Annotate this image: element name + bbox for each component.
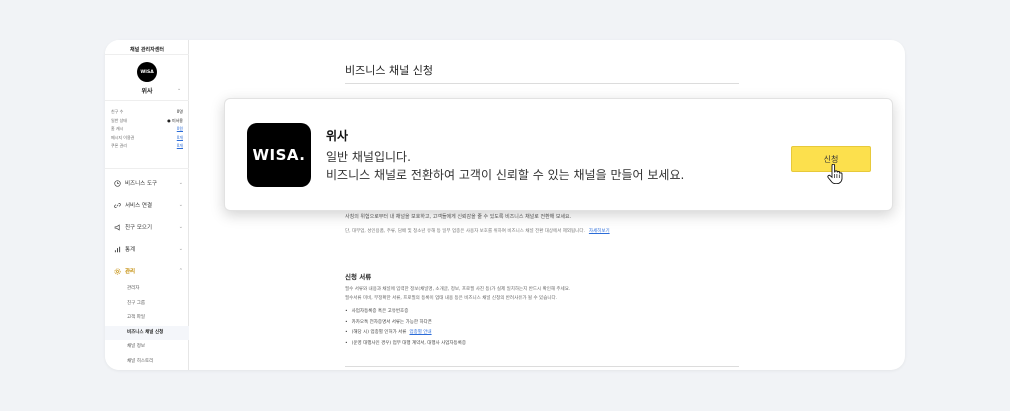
stat-row: 쿠폰 권리 0개 — [111, 142, 183, 151]
stat-label: 메시지 이용권 — [111, 134, 135, 140]
stat-value: ● 미서용 — [167, 117, 183, 123]
sidebar-item-label: 비즈니스 도구 — [125, 181, 158, 187]
chevron-down-icon[interactable]: ⌄ — [177, 86, 181, 92]
list-item: 카카오톡 전자증명서 서류는 가능한 하다픈 — [345, 318, 466, 329]
chevron-down-icon: ⌄ — [178, 224, 183, 230]
megaphone-icon — [113, 223, 121, 231]
sidebar-title: 채널 관리자센터 — [130, 47, 164, 53]
list-item: 사업자등록증 혹은 고유번호증 — [345, 307, 466, 318]
stat-link[interactable]: 0개 — [177, 134, 183, 143]
stat-row: 일반 상태 ● 미서용 — [111, 117, 183, 126]
sidebar-subitem-admins[interactable]: 관리자 — [105, 282, 189, 297]
sidebar-subitem-business-channel-apply[interactable]: 비즈니스 채널 신청 — [105, 325, 189, 340]
hand-pointer-icon — [827, 164, 843, 184]
sidebar-item-business-tools[interactable]: 비즈니스 도구 ⌄ — [105, 172, 189, 194]
chevron-down-icon: ⌄ — [178, 202, 183, 208]
sidebar-subitem-friend-groups[interactable]: 친구 그룹 — [105, 297, 189, 312]
stat-link[interactable]: 0원 — [177, 125, 183, 134]
sidebar-item-label: 친구 모으기 — [125, 225, 153, 231]
list-item-text: (해당 시) 업종별 인허가 서류 — [351, 330, 407, 335]
channel-stats: 친구 수 0명 일반 상태 ● 미서용 홈 캐시 0원 메시지 이용권 0개 쿠… — [111, 108, 183, 151]
clock-icon — [113, 179, 121, 187]
list-item: (해당 시) 업종별 인허가 서류업종별 안내 — [345, 328, 466, 339]
stat-value: 0명 — [176, 109, 183, 114]
sidebar-subitem-channel-info[interactable]: 채널 정보 — [105, 340, 189, 355]
divider — [105, 168, 189, 169]
channel-type-text: 일반 채널입니다. — [326, 150, 411, 164]
sidebar-item-manage[interactable]: 관리 ⌃ — [105, 260, 189, 282]
channel-avatar[interactable]: WISA — [137, 62, 157, 82]
list-item: (운영 대행사인 경우) 업무 대행 계약서, 대행사 사업자등록증 — [345, 339, 466, 350]
divider — [105, 54, 189, 55]
list-item-text: 카카오톡 전자증명서 서류는 가능한 하다픈 — [351, 319, 432, 325]
page-title: 비즈니스 채널 신청 — [345, 64, 433, 77]
channel-logo: WISA. — [247, 123, 311, 187]
stat-label: 일반 상태 — [111, 117, 127, 123]
divider — [105, 100, 189, 101]
divider — [345, 366, 739, 367]
section-description: 필수 서류와 내용과 채널에 입력한 정보(채널명, 소개글, 정보, 프로필 … — [345, 285, 570, 303]
details-link[interactable]: 자세히보기 — [589, 229, 610, 234]
stat-row: 메시지 이용권 0개 — [111, 134, 183, 143]
industry-guide-link[interactable]: 업종별 안내 — [409, 330, 431, 335]
section-title: 신청 서류 — [345, 273, 372, 281]
sidebar-subitem-channel-history[interactable]: 채널 히스토리 — [105, 355, 189, 370]
sidebar: 채널 관리자센터 WISA 위사 ⌄ 친구 수 0명 일반 상태 ● 미서용 홈… — [105, 40, 189, 370]
link-icon — [113, 201, 121, 209]
bar-chart-icon — [113, 245, 121, 253]
divider — [345, 83, 739, 84]
intro-text: 사칭의 위험으로부터 내 채널을 보호하고, 고객들에게 신뢰감을 줄 수 있도… — [345, 214, 572, 220]
sidebar-subitem-customer-files[interactable]: 고객 파일 — [105, 311, 189, 326]
upgrade-prompt-text: 비즈니스 채널로 전환하여 고객이 신뢰할 수 있는 채널을 만들어 보세요. — [326, 168, 685, 182]
chevron-down-icon: ⌄ — [178, 180, 183, 186]
list-item-text: (운영 대행사인 경우) 업무 대행 계약서, 대행사 사업자등록증 — [351, 340, 466, 346]
stat-label: 홈 캐시 — [111, 126, 124, 131]
list-item-text: 사업자등록증 혹은 고유번호증 — [351, 309, 409, 314]
sidebar-item-label: 관리 — [125, 269, 136, 275]
sidebar-item-service-connect[interactable]: 서비스 연결 ⌄ — [105, 194, 189, 216]
stat-link[interactable]: 0개 — [177, 142, 183, 151]
sidebar-item-stats[interactable]: 통계 ⌄ — [105, 238, 189, 260]
sidebar-item-label: 서비스 연결 — [125, 203, 153, 209]
channel-status-card: WISA. 위사 일반 채널입니다. 비즈니스 채널로 전환하여 고객이 신뢰할… — [224, 98, 893, 211]
chevron-down-icon: ⌄ — [178, 246, 183, 252]
notice-text: 단, 대부업, 성인용품, 주류, 담배 및 청소년 유해 등 일부 업종은 사… — [345, 228, 610, 234]
stat-row: 홈 캐시 0원 — [111, 125, 183, 134]
sidebar-item-gather-friends[interactable]: 친구 모으기 ⌄ — [105, 216, 189, 238]
sidebar-nav: 비즈니스 도구 ⌄ 서비스 연결 ⌄ 친구 모으기 ⌄ 통계 ⌄ 관리 ⌃ 관리… — [105, 172, 189, 369]
stat-row: 친구 수 0명 — [111, 108, 183, 117]
required-documents-list: 사업자등록증 혹은 고유번호증 카카오톡 전자증명서 서류는 가능한 하다픈 (… — [345, 307, 466, 349]
channel-name: 위사 — [326, 129, 349, 143]
notice-body: 단, 대부업, 성인용품, 주류, 담배 및 청소년 유해 등 일부 업종은 사… — [345, 229, 585, 234]
section-desc-line: 필수 서류와 내용과 채널에 입력한 정보(채널명, 소개글, 정보, 프로필 … — [345, 287, 571, 292]
stat-label: 쿠폰 권리 — [111, 143, 127, 148]
gear-icon — [113, 267, 121, 275]
section-desc-line: 필수서류 미비, 부정확한 서류, 프로필의 등록이 업태 내용 등은 비즈니스… — [345, 296, 558, 301]
chevron-up-icon: ⌃ — [178, 268, 183, 274]
sidebar-item-label: 통계 — [125, 247, 136, 253]
stat-label: 친구 수 — [111, 109, 124, 114]
